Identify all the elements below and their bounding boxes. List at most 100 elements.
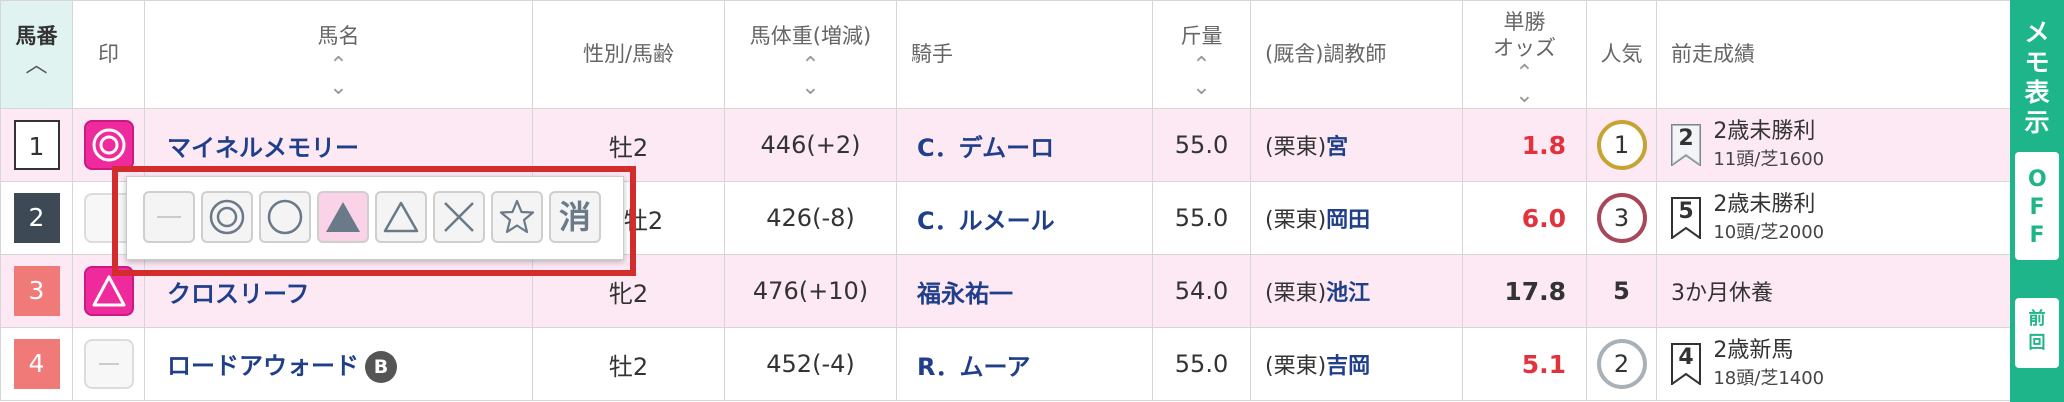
sort-toggle-icon: ⌃ ⌄ [329,53,348,100]
col-weight-header[interactable]: 馬体重(増減) ⌃ ⌄ [724,0,897,109]
trainer-link[interactable]: 吉岡 [1326,354,1370,379]
prev-rank: 4 [1678,345,1694,370]
prev-rank: 2 [1678,126,1694,151]
col-popularity-label: 人気 [1600,42,1643,66]
memo-off-text: OFF [2028,167,2047,248]
col-sex-age-header: 性別/馬齢 [532,0,725,109]
sort-toggle-icon: ⌃ ⌄ [1515,61,1534,108]
cross-icon [444,202,474,232]
jockey-link[interactable]: C．デムーロ [896,108,1153,182]
odds-cell: 5.1 [1462,327,1587,401]
odds-cell: 1.8 [1462,108,1587,182]
trainer-cell: (栗東)宮 [1250,108,1463,182]
jockey-link[interactable]: 福永祐一 [896,254,1153,328]
col-trainer-label: (厩舎)調教師 [1265,42,1387,66]
col-odds-label: 単勝 オッズ [1463,1,1586,61]
prev-race-detail: 11頭/芝1600 [1713,148,1825,170]
col-horse-name-label: 馬名 [317,24,360,48]
weight-cell: 452(-4) [724,327,897,401]
col-weight-label: 馬体重(増減) [749,24,872,48]
popularity-badge: 2 [1596,339,1647,389]
trainer-link[interactable]: 宮 [1326,135,1348,160]
jockey-link[interactable]: C．ルメール [896,181,1153,255]
prev-memo-button[interactable]: 前回 [2015,298,2059,368]
triangle-icon [383,201,419,233]
prev-race-detail: 10頭/芝2000 [1713,221,1825,243]
mark-option-circle[interactable] [259,191,311,243]
sort-toggle-icon: ⌃ ⌄ [801,53,820,100]
umaban-cell: 3 [0,254,73,328]
popularity-cell: 3 [1586,181,1657,255]
umaban-badge: 2 [13,193,60,243]
popularity-badge: 3 [1596,193,1647,243]
odds-label-line2: オッズ [1493,36,1556,60]
kinryo-cell: 55.0 [1152,327,1251,401]
filled-triangle-icon [326,202,360,232]
mark-option-erase[interactable]: 消 [549,191,601,243]
col-horse-name-header[interactable]: 馬名 ⌃ ⌄ [144,0,533,109]
trainer-link[interactable]: 岡田 [1326,208,1370,233]
col-sex-age-label: 性別/馬齢 [582,42,675,66]
popularity-cell: 2 [1586,327,1657,401]
prev-race-info: 2歳未勝利 11頭/芝1600 [1713,118,1824,173]
col-umaban-header[interactable]: 馬番 ︿ [0,0,73,109]
col-kinryo-label: 斤量 [1180,24,1223,48]
sort-up-icon: ︿ [25,53,48,78]
horse-name-link[interactable]: ロードアウォード [167,352,359,380]
kinryo-cell: 55.0 [1152,181,1251,255]
trainer-region: (栗東) [1265,135,1327,160]
dash-icon [98,363,119,365]
col-popularity-header: 人気 [1586,0,1657,109]
mark-option-triangle[interactable] [375,191,427,243]
umaban-cell: 2 [0,181,73,255]
prev-rank: 5 [1678,199,1694,224]
blinker-badge: B [365,350,397,383]
mark-option-cross[interactable] [433,191,485,243]
prev-race-name: 2歳未勝利 [1713,118,1816,144]
prev-memo-text: 前回 [2028,309,2046,353]
trainer-cell: (栗東)岡田 [1250,181,1463,255]
trainer-cell: (栗東)吉岡 [1250,327,1463,401]
trainer-link[interactable]: 池江 [1326,281,1370,306]
erase-label: 消 [558,198,591,236]
odds-label-line1: 単勝 [1503,10,1546,34]
popularity-badge: 1 [1596,120,1647,170]
rank-flag-icon: 2 [1671,124,1701,167]
trainer-region: (栗東) [1265,354,1327,379]
triangle-icon [92,275,125,307]
mark-option-filled-triangle[interactable] [317,191,369,243]
trainer-cell: (栗東)池江 [1250,254,1463,328]
col-kinryo-header[interactable]: 斤量 ⌃ ⌄ [1152,0,1251,109]
prev-race-info: 2歳未勝利 10頭/芝2000 [1713,191,1824,246]
mark-button[interactable] [83,120,134,170]
prev-race-name: 3か月休養 [1671,281,1773,306]
col-mark-label: 印 [98,42,119,66]
horse-name-cell: ロードアウォード B [144,327,533,401]
circle-icon [267,199,303,235]
rank-flag-icon: 5 [1671,197,1701,240]
odds-cell: 17.8 [1462,254,1587,328]
memo-off-button[interactable]: OFF [2015,152,2059,260]
prev-result-cell: 3か月休養 [1656,254,2011,328]
mark-option-star[interactable] [491,191,543,243]
kinryo-cell: 55.0 [1152,108,1251,182]
trainer-region: (栗東) [1265,281,1327,306]
prev-result-cell[interactable]: 4 2歳新馬 18頭/芝1400 [1656,327,2011,401]
odds-cell: 6.0 [1462,181,1587,255]
prev-race-detail: 18頭/芝1400 [1713,367,1825,389]
col-jockey-label: 騎手 [911,42,953,66]
jockey-link[interactable]: R．ムーア [896,327,1153,401]
col-odds-header[interactable]: 単勝 オッズ ⌃ ⌄ [1462,0,1587,109]
prev-result-cell[interactable]: 5 2歳未勝利 10頭/芝2000 [1656,181,2011,255]
prev-race-name: 2歳新馬 [1713,337,1794,363]
double-circle-icon [209,199,245,235]
mark-option-double-circle[interactable] [201,191,253,243]
memo-toggle-label[interactable]: メモ表示 [2010,0,2064,138]
umaban-badge: 1 [13,120,60,170]
mark-button[interactable] [83,339,134,389]
col-trainer-header: (厩舎)調教師 [1250,0,1463,109]
mark-option-none[interactable] [143,191,195,243]
umaban-badge: 3 [13,266,60,316]
popularity-cell: 5 [1586,254,1657,328]
prev-result-cell[interactable]: 2 2歳未勝利 11頭/芝1600 [1656,108,2011,182]
